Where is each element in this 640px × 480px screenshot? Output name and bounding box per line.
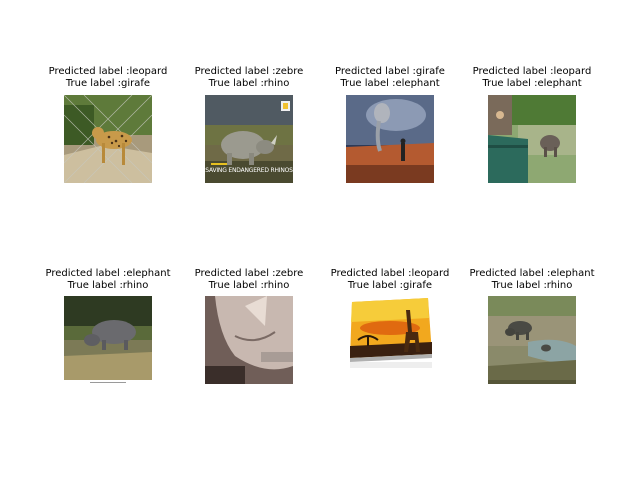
leopard-image <box>64 95 152 183</box>
true-label: True label :rhino <box>208 78 290 89</box>
poster-caption: SAVING ENDANGERED RHINOS <box>205 167 293 174</box>
predicted-label: Predicted label :zebre <box>194 66 304 77</box>
true-label: True label :elephant <box>482 78 582 89</box>
true-label: True label :rhino <box>208 280 290 291</box>
giraffe-canvas-image <box>346 296 434 384</box>
panel-3: Predicted label :girafe True label :elep… <box>320 66 460 90</box>
elephant-surreal-image <box>346 95 434 183</box>
predicted-label: Predicted label :leopard <box>472 66 592 77</box>
rhino-waterhole-image <box>488 296 576 384</box>
rhino-poster-image: SAVING ENDANGERED RHINOS <box>205 95 293 183</box>
predicted-label: Predicted label :girafe <box>335 66 445 77</box>
true-label: True label :girafe <box>65 78 151 89</box>
true-label: True label :elephant <box>340 78 440 89</box>
true-label: True label :rhino <box>491 280 573 291</box>
panel-7: Predicted label :leopard True label :gir… <box>320 268 460 292</box>
true-label: True label :rhino <box>67 280 149 291</box>
panel-4: Predicted label :leopard True label :ele… <box>462 66 602 90</box>
elephant-fence-image <box>488 95 576 183</box>
predicted-label: Predicted label :leopard <box>330 268 450 279</box>
panel-1: Predicted label :leopard True label :gir… <box>38 66 178 90</box>
panel-5: Predicted label :elephant True label :rh… <box>38 268 178 292</box>
panel-8: Predicted label :elephant True label :rh… <box>462 268 602 292</box>
true-label: True label :girafe <box>347 280 433 291</box>
predicted-label: Predicted label :elephant <box>45 268 171 279</box>
panel-2: Predicted label :zebre True label :rhino <box>179 66 319 90</box>
predicted-label: Predicted label :leopard <box>48 66 168 77</box>
predicted-label: Predicted label :elephant <box>469 268 595 279</box>
panel-6: Predicted label :zebre True label :rhino <box>179 268 319 292</box>
rhino-closeup-image <box>205 296 293 384</box>
rhino-grazing-image <box>64 296 152 384</box>
predicted-label: Predicted label :zebre <box>194 268 304 279</box>
